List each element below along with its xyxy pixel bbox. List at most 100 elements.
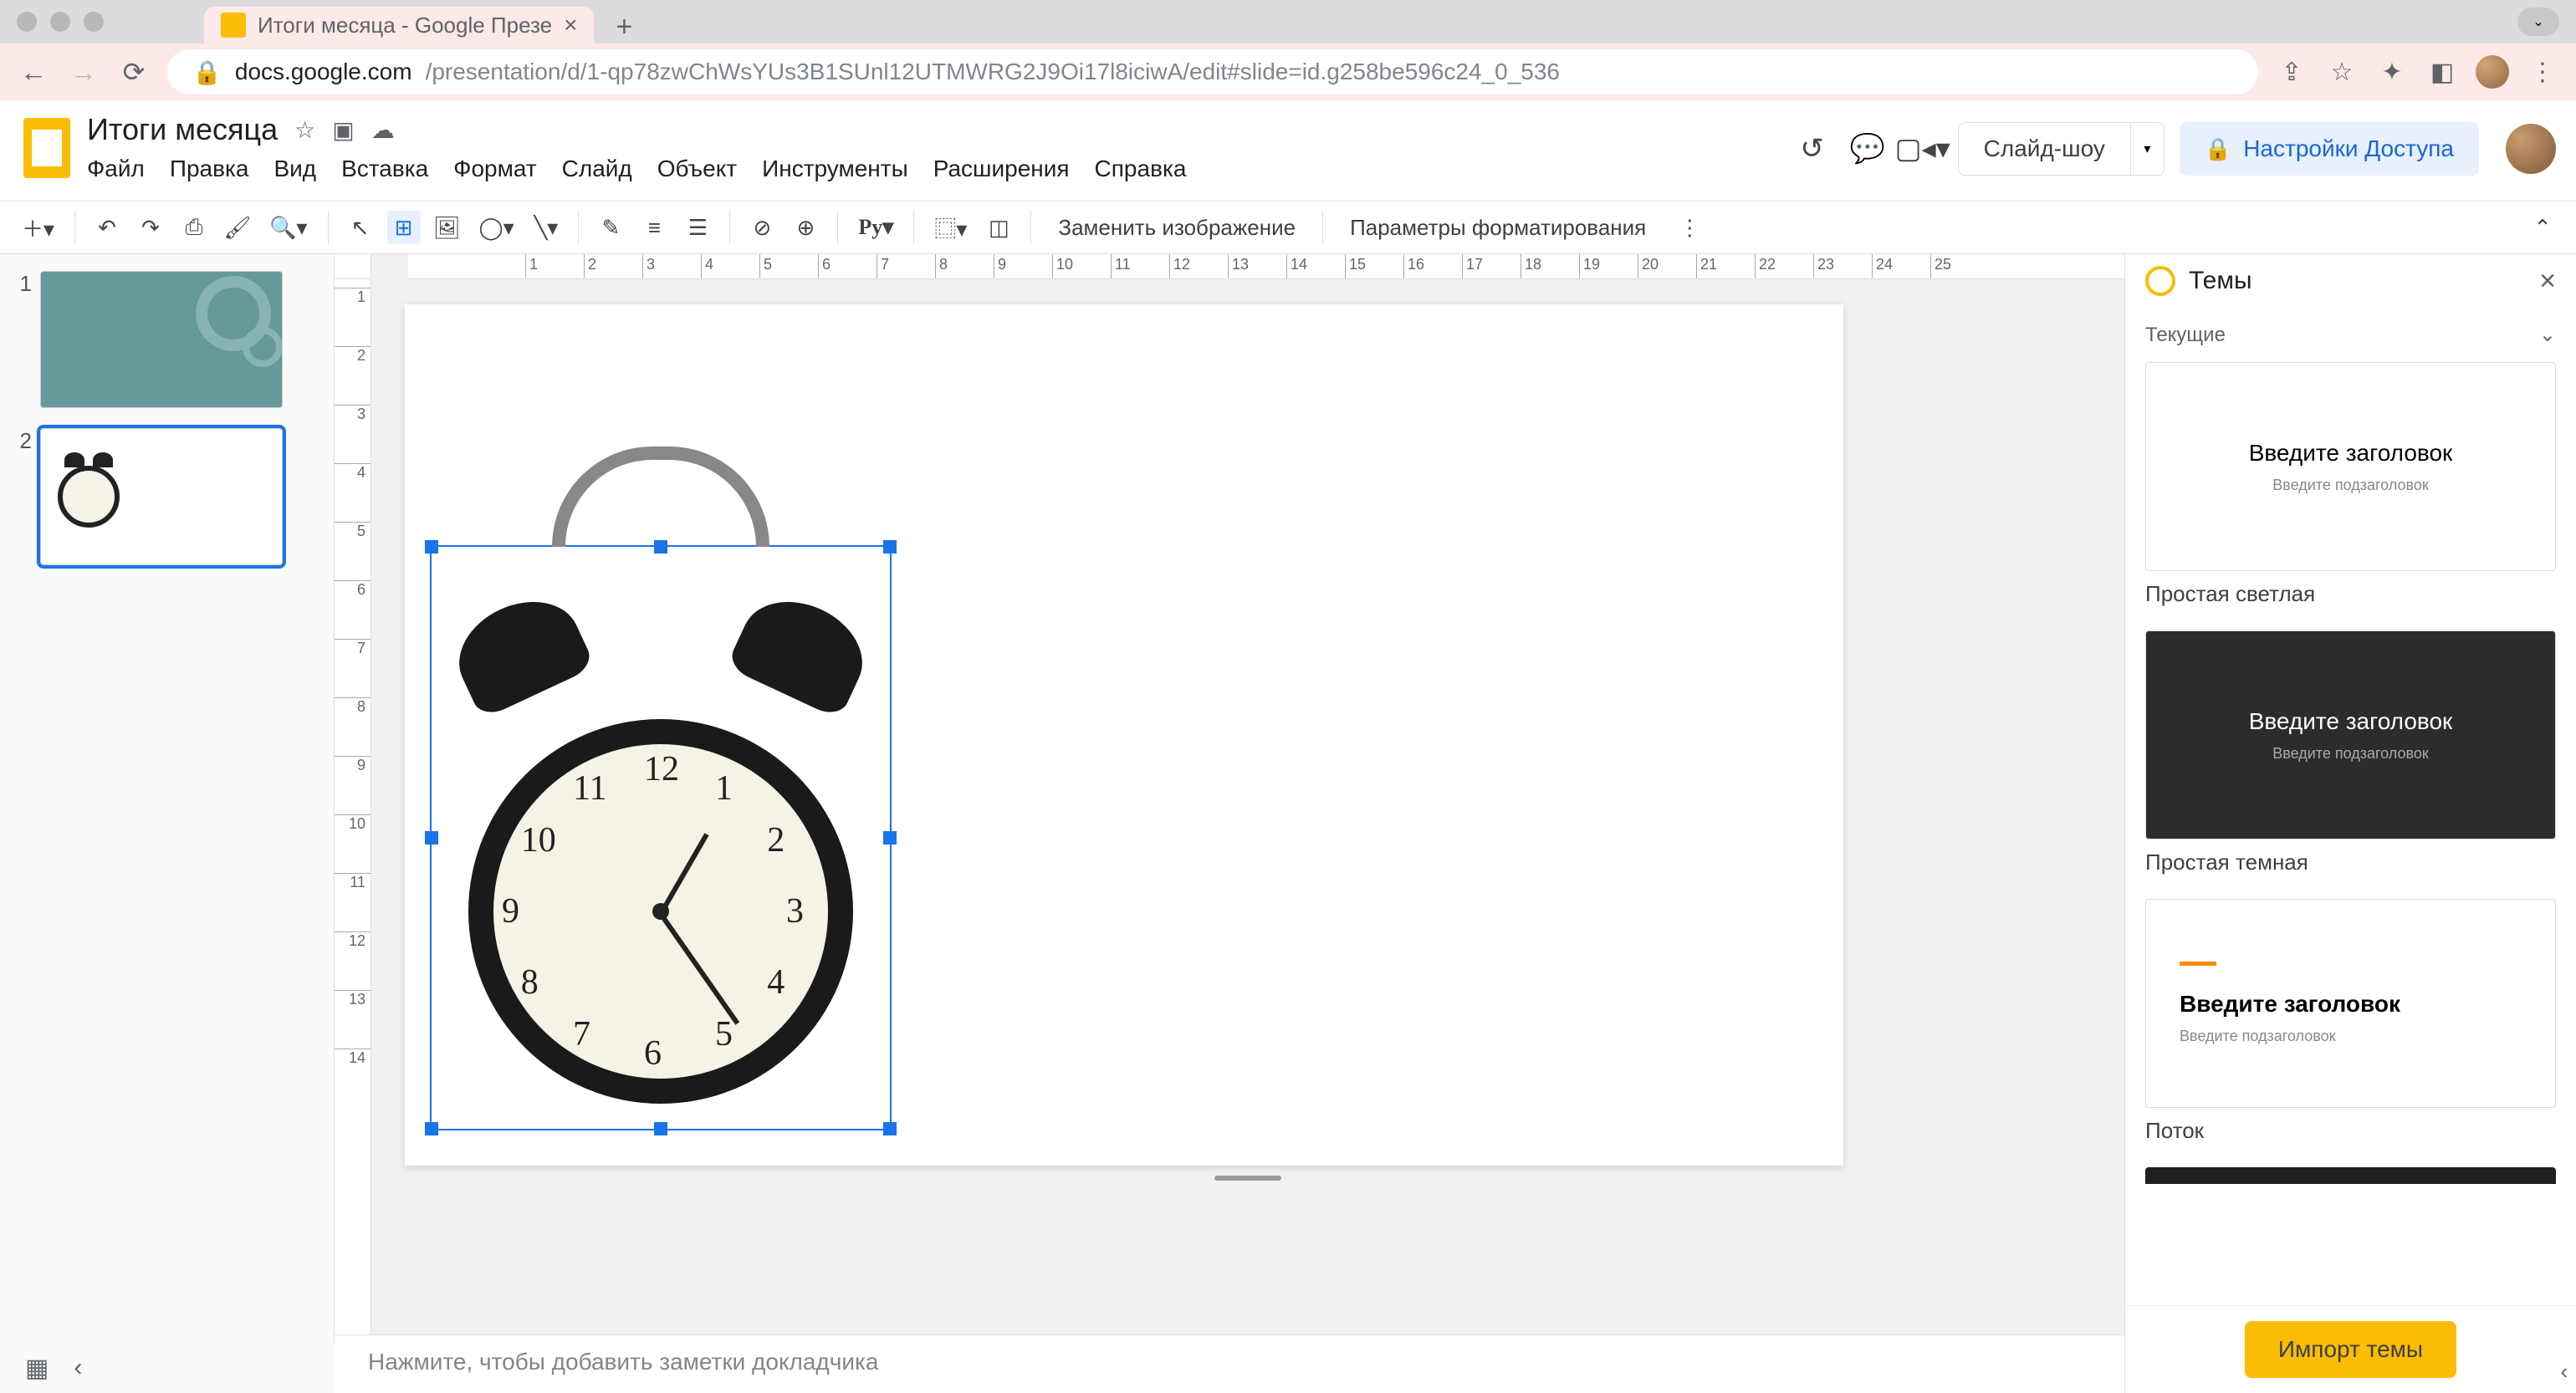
line-tool[interactable]: ╲▾: [529, 211, 564, 244]
star-icon[interactable]: ☆: [294, 116, 315, 144]
slideshow-button[interactable]: Слайд-шоу: [1959, 123, 2130, 175]
resize-handle[interactable]: [654, 1122, 667, 1135]
theme-card-stream[interactable]: Введите заголовок Введите подзаголовок: [2145, 899, 2556, 1108]
comments-icon[interactable]: 💬: [1848, 129, 1888, 169]
reload-button[interactable]: ⟳: [117, 55, 151, 89]
select-tool[interactable]: ↖: [344, 211, 377, 244]
doc-title[interactable]: Итоги месяца: [87, 112, 278, 147]
slide-thumbnail-active[interactable]: [40, 428, 283, 565]
slide-thumb-1[interactable]: 1: [12, 271, 322, 408]
more-tools-button[interactable]: ⋮: [1673, 211, 1706, 244]
chrome-menu-icon[interactable]: ⋮: [2526, 55, 2559, 89]
clock-center: [652, 903, 669, 920]
menu-object[interactable]: Объект: [657, 156, 737, 182]
slide-canvas[interactable]: 121234567891011: [371, 279, 2124, 1334]
page-indicator[interactable]: [1214, 1176, 1281, 1181]
filmstrip[interactable]: 1 2 ▦ ‹: [0, 254, 335, 1393]
url-path: /presentation/d/1-qp78zwChWsYUs3B1SUnl12…: [426, 59, 1560, 85]
replace-image-button[interactable]: Заменить изображение: [1046, 215, 1307, 241]
resize-handle[interactable]: [883, 540, 897, 554]
new-tab-button[interactable]: +: [607, 10, 641, 43]
menu-slide[interactable]: Слайд: [562, 156, 632, 182]
theme-card-dark[interactable]: Введите заголовок Введите подзаголовок: [2145, 630, 2556, 839]
slide-thumb-2[interactable]: 2: [12, 428, 322, 565]
script-button[interactable]: Py▾: [853, 211, 898, 244]
cloud-status-icon[interactable]: ☁: [371, 116, 395, 144]
current-themes-toggle[interactable]: Текущие ⌄: [2145, 314, 2556, 362]
resize-handle[interactable]: [883, 1122, 897, 1135]
shape-tool[interactable]: ◯▾: [474, 211, 519, 244]
comment-button[interactable]: ⊕: [789, 211, 822, 244]
extensions-icon[interactable]: ✦: [2375, 55, 2409, 89]
theme-card-light[interactable]: Введите заголовок Введите подзаголовок: [2145, 362, 2556, 571]
browser-tab-strip: Итоги месяца - Google Презе × + ⌄: [0, 0, 2576, 43]
resize-handle[interactable]: [883, 831, 897, 844]
bottom-bar: ▦ ‹: [0, 1343, 335, 1393]
share-icon[interactable]: ⇪: [2275, 55, 2308, 89]
clock-bell-right: [726, 583, 878, 719]
share-button[interactable]: 🔒 Настройки Доступа: [2180, 122, 2479, 176]
paint-format-button[interactable]: 🖌: [221, 211, 254, 244]
menu-edit[interactable]: Правка: [170, 156, 249, 182]
close-themes-icon[interactable]: ×: [2539, 265, 2556, 298]
tabs-dropdown[interactable]: ⌄: [2517, 8, 2559, 36]
menu-format[interactable]: Формат: [453, 156, 536, 182]
sidepanel-icon[interactable]: ◧: [2425, 55, 2459, 89]
border-color-button[interactable]: ✎: [594, 211, 627, 244]
alarm-clock-image: 121234567891011: [468, 719, 853, 1104]
zoom-button[interactable]: 🔍▾: [264, 211, 312, 244]
textbox-tool[interactable]: ⊞: [387, 211, 421, 244]
border-dash-button[interactable]: ☰: [681, 211, 714, 244]
toolbar: ＋▾ ↶ ↷ ⎙ 🖌 🔍▾ ↖ ⊞ 🖼 ◯▾ ╲▾ ✎ ≡ ☰ ⊘ ⊕ Py▾ …: [0, 201, 2576, 254]
account-avatar[interactable]: [2506, 124, 2556, 174]
right-collapse-icon[interactable]: ‹: [2560, 1359, 2568, 1385]
resize-handle[interactable]: [654, 540, 667, 554]
crop-button[interactable]: ⿴▾: [929, 211, 972, 244]
redo-button[interactable]: ↷: [134, 211, 167, 244]
resize-handle[interactable]: [425, 831, 438, 844]
left-collapse-icon[interactable]: ‹: [74, 1354, 82, 1382]
undo-button[interactable]: ↶: [90, 211, 124, 244]
browser-tab[interactable]: Итоги месяца - Google Презе ×: [204, 7, 594, 43]
menu-tools[interactable]: Инструменты: [762, 156, 908, 182]
maximize-window[interactable]: [84, 12, 104, 32]
thumb-clock-icon: [58, 466, 120, 528]
slides-logo[interactable]: [17, 110, 77, 186]
move-folder-icon[interactable]: ▣: [332, 116, 354, 144]
close-tab-icon[interactable]: ×: [564, 12, 577, 38]
menu-extensions[interactable]: Расширения: [933, 156, 1070, 182]
forward-button[interactable]: →: [67, 55, 100, 89]
border-weight-button[interactable]: ≡: [637, 211, 671, 244]
url-input[interactable]: 🔒 docs.google.com/presentation/d/1-qp78z…: [167, 49, 2258, 94]
explore-icon[interactable]: ▦: [25, 1354, 49, 1383]
minimize-window[interactable]: [50, 12, 70, 32]
palette-icon: [2145, 266, 2175, 296]
close-window[interactable]: [17, 12, 37, 32]
history-icon[interactable]: ↺: [1792, 129, 1832, 169]
print-button[interactable]: ⎙: [177, 211, 211, 244]
meet-icon[interactable]: ▢◂▾: [1903, 129, 1943, 169]
resize-handle[interactable]: [425, 1122, 438, 1135]
import-theme-button[interactable]: Импорт темы: [2245, 1321, 2456, 1378]
bookmark-icon[interactable]: ☆: [2325, 55, 2359, 89]
new-slide-button[interactable]: ＋▾: [17, 211, 59, 244]
slideshow-dropdown[interactable]: ▾: [2130, 123, 2164, 175]
speaker-notes[interactable]: Нажмите, чтобы добавить заметки докладчи…: [335, 1334, 2124, 1393]
menu-help[interactable]: Справка: [1095, 156, 1187, 182]
mask-button[interactable]: ◫: [982, 211, 1015, 244]
collapse-toolbar-button[interactable]: ⌃: [2526, 211, 2559, 244]
vertical-ruler[interactable]: 1234567891011121314: [335, 279, 371, 1334]
resize-handle[interactable]: [425, 540, 438, 554]
link-button[interactable]: ⊘: [745, 211, 779, 244]
selected-image-frame[interactable]: 121234567891011: [430, 545, 892, 1130]
menu-view[interactable]: Вид: [273, 156, 316, 182]
menu-insert[interactable]: Вставка: [341, 156, 428, 182]
image-tool[interactable]: 🖼: [431, 211, 464, 244]
back-button[interactable]: ←: [17, 55, 50, 89]
menu-file[interactable]: Файл: [87, 156, 145, 182]
profile-avatar[interactable]: [2476, 55, 2509, 89]
slide-thumbnail[interactable]: [40, 271, 283, 408]
slide[interactable]: 121234567891011: [405, 304, 1843, 1166]
horizontal-ruler[interactable]: 1234567891011121314151617181920212223242…: [408, 254, 2124, 279]
format-options-button[interactable]: Параметры форматирования: [1338, 215, 1658, 241]
